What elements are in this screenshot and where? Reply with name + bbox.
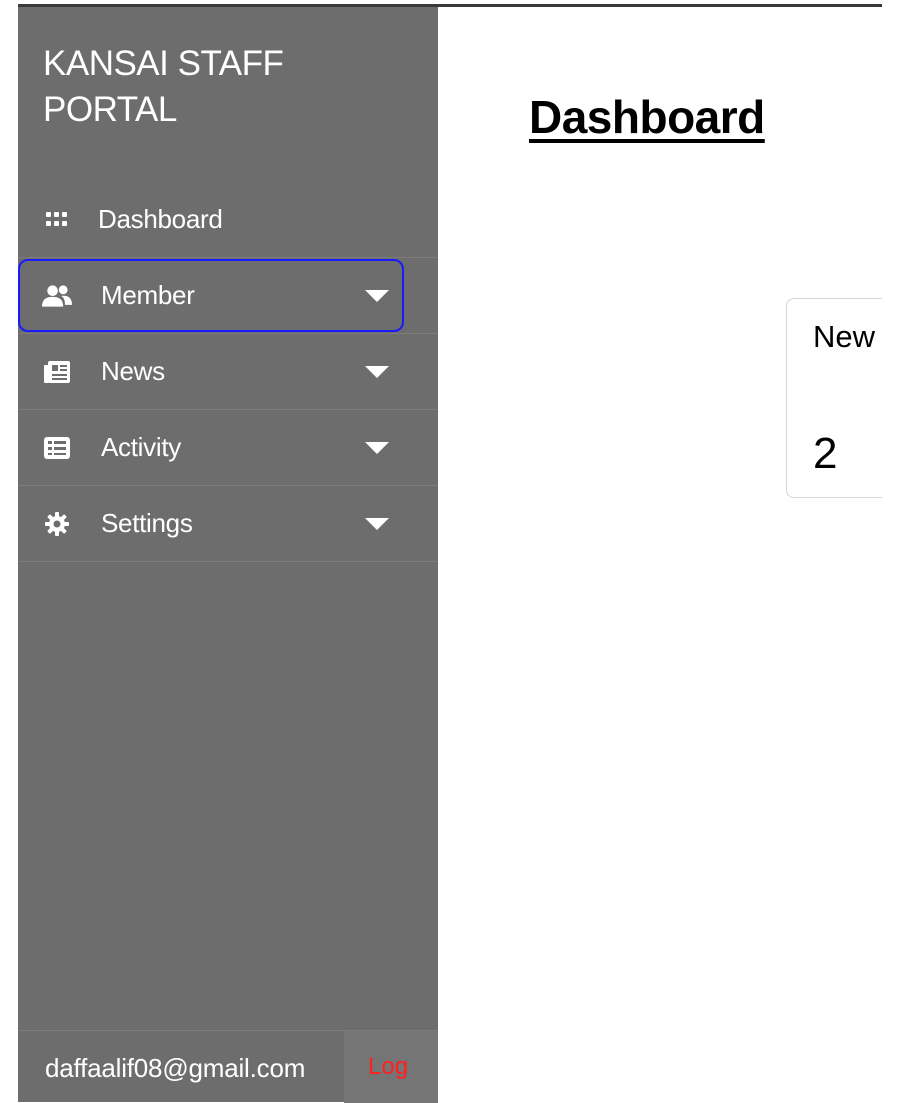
list-icon xyxy=(42,433,72,463)
sidebar-footer: daffaalif08@gmail.com Log xyxy=(18,1030,438,1103)
sidebar-item-label: Dashboard xyxy=(98,204,223,234)
sidebar-item-activity[interactable]: Activity xyxy=(18,410,438,486)
viewport-edge xyxy=(882,0,901,1102)
page-title: Dashboard xyxy=(529,91,765,143)
stat-card-value: 2 xyxy=(813,429,838,478)
chevron-down-icon xyxy=(365,365,389,378)
logout-button[interactable]: Log xyxy=(344,1031,438,1103)
sidebar-item-settings[interactable]: Settings xyxy=(18,486,438,562)
gear-icon xyxy=(42,509,72,539)
chevron-down-icon xyxy=(365,441,389,454)
sidebar-item-member[interactable]: Member xyxy=(18,258,438,334)
chevron-down-icon xyxy=(365,517,389,530)
stat-card-title: New xyxy=(813,319,876,354)
sidebar-item-dashboard[interactable]: Dashboard xyxy=(18,182,438,258)
brand-title: KANSAI STAFF PORTAL xyxy=(43,44,284,129)
grid-icon xyxy=(42,205,72,235)
newspaper-icon xyxy=(42,357,72,387)
sidebar: KANSAI STAFF PORTAL Dashboard Member New… xyxy=(18,7,438,1103)
sidebar-item-news[interactable]: News xyxy=(18,334,438,410)
sidebar-item-label: Activity xyxy=(101,432,181,462)
user-email: daffaalif08@gmail.com xyxy=(45,1053,306,1083)
sidebar-item-label: News xyxy=(101,356,165,386)
sidebar-nav: Dashboard Member News Activity Settings xyxy=(18,182,438,562)
sidebar-item-label: Member xyxy=(101,280,195,310)
chevron-down-icon xyxy=(365,289,389,302)
users-icon xyxy=(42,281,72,311)
sidebar-item-label: Settings xyxy=(101,508,193,538)
